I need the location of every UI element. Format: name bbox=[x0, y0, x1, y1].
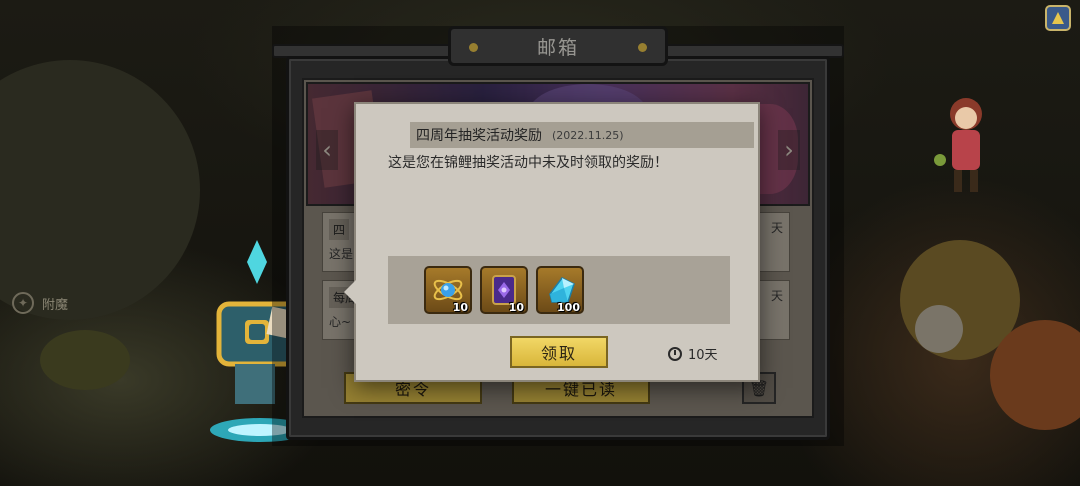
mail-detail-popup: 四周年抽奖活动奖励 (2022.11.25) 这是您在锦鲤抽奖活动中未及时领取的… bbox=[344, 102, 760, 382]
hero-character[interactable] bbox=[930, 90, 1000, 200]
mail-item-expiry: 天 bbox=[770, 289, 783, 303]
expiry-text: 10天 bbox=[688, 348, 718, 363]
mailbox-title-plate: 邮箱 bbox=[448, 26, 668, 66]
claim-button[interactable]: 领取 bbox=[510, 336, 608, 368]
popup-date: (2022.11.25) bbox=[552, 128, 624, 142]
mail-item-title: 四 bbox=[329, 219, 350, 240]
reward-tray: 10 10 100 bbox=[388, 256, 730, 324]
clock-icon bbox=[668, 346, 682, 361]
plate-rivet-icon bbox=[638, 43, 647, 52]
reward-slot[interactable]: 100 bbox=[536, 266, 584, 314]
avatar-icon[interactable] bbox=[1044, 4, 1072, 32]
reward-slot[interactable]: 10 bbox=[424, 266, 472, 314]
reward-slot[interactable]: 10 bbox=[480, 266, 528, 314]
mail-item-expiry: 天 bbox=[770, 221, 783, 235]
mail-item-preview: 心~ bbox=[329, 315, 352, 329]
reward-quantity: 10 bbox=[508, 301, 524, 314]
popup-title-bar: 四周年抽奖活动奖励 (2022.11.25) bbox=[410, 122, 754, 148]
scene-shape bbox=[40, 330, 130, 390]
scene-shape bbox=[915, 305, 963, 353]
mailbox-title: 邮箱 bbox=[536, 36, 579, 59]
expiry-indicator: 10天 bbox=[668, 344, 718, 363]
enchant-button[interactable]: ✦ 附魔 bbox=[12, 290, 92, 316]
popup-title: 四周年抽奖活动奖励 bbox=[416, 128, 542, 144]
reward-quantity: 10 bbox=[452, 301, 468, 314]
banner-prev-arrow-icon[interactable]: ‹ bbox=[316, 130, 338, 170]
reward-quantity: 100 bbox=[557, 301, 580, 314]
enchant-icon: ✦ bbox=[12, 292, 34, 314]
enchant-label: 附魔 bbox=[42, 297, 69, 313]
popup-body-text: 这是您在锦鲤抽奖活动中未及时领取的奖励！ bbox=[388, 155, 668, 171]
banner-next-arrow-icon[interactable]: › bbox=[778, 130, 800, 170]
mail-item-preview: 这是 bbox=[329, 247, 354, 261]
plate-rivet-icon bbox=[469, 43, 478, 52]
scene-shape bbox=[0, 60, 200, 320]
